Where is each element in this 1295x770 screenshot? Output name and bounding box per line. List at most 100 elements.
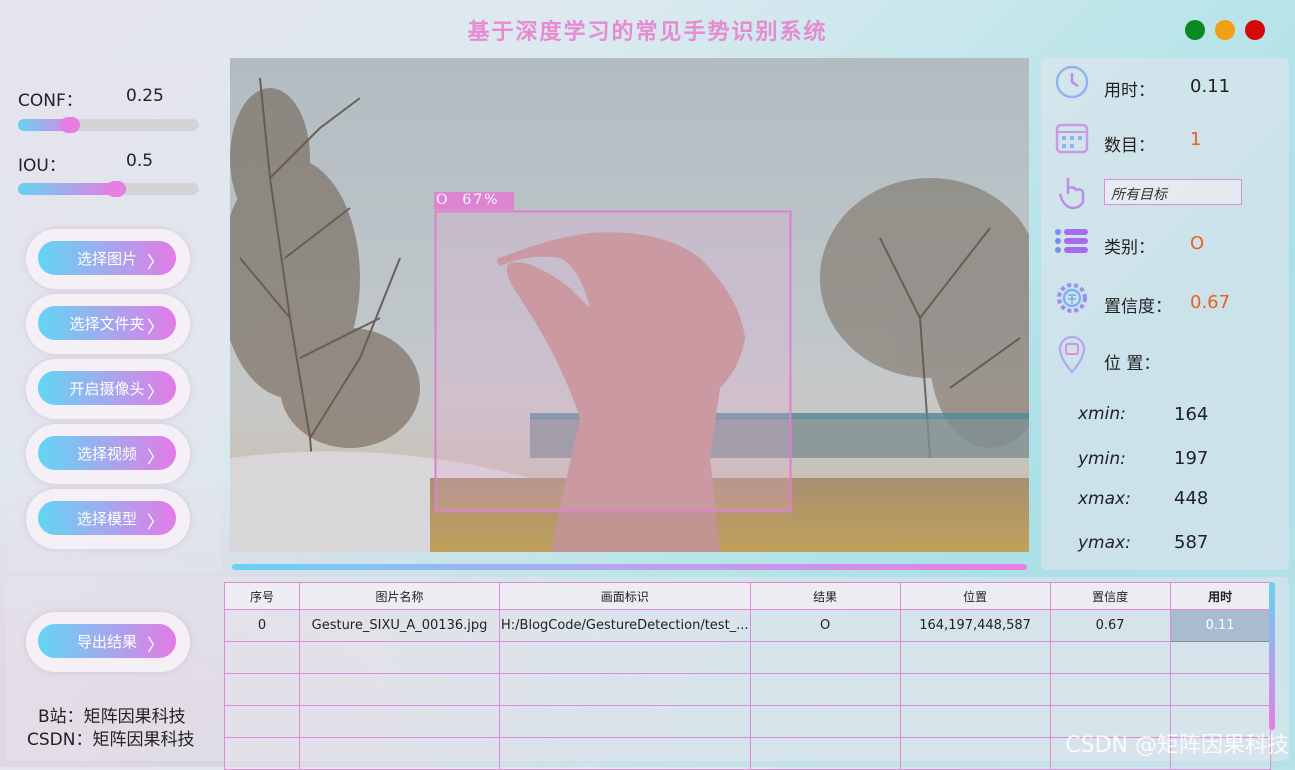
select-folder-button-frame: 选择文件夹〉 <box>26 294 190 354</box>
table-cell[interactable] <box>499 705 751 738</box>
open-camera-button[interactable]: 开启摄像头〉 <box>36 369 178 407</box>
table-cell-selected[interactable]: 0.11 <box>1169 609 1271 642</box>
select-model-label: 选择模型 <box>76 509 137 528</box>
calendar-icon <box>1055 123 1089 154</box>
iou-label: IOU： <box>18 156 66 176</box>
csdn-credit: CSDN：矩阵因果科技 <box>27 730 195 750</box>
conf-slider[interactable] <box>18 117 199 133</box>
table-row[interactable]: 0 Gesture_SIXU_A_00136.jpg H:/BlogCode/G… <box>224 609 1271 642</box>
select-folder-button[interactable]: 选择文件夹〉 <box>36 304 178 342</box>
table-cell[interactable] <box>499 641 751 674</box>
close-button[interactable] <box>1245 20 1265 40</box>
export-label: 导出结果 <box>76 632 137 651</box>
select-image-button[interactable]: 选择图片〉 <box>36 239 178 277</box>
iou-slider[interactable] <box>18 181 199 197</box>
chevron-right-icon: 〉 <box>147 636 164 656</box>
table-cell[interactable]: 0.67 <box>1049 609 1171 642</box>
column-header-image-name[interactable]: 图片名称 <box>299 582 500 610</box>
table-cell[interactable] <box>224 705 300 738</box>
watermark: CSDN @矩阵因果科技 <box>1065 733 1289 758</box>
gear-icon <box>1057 283 1087 313</box>
column-header-position[interactable]: 位置 <box>899 582 1051 610</box>
select-video-button[interactable]: 选择视频〉 <box>36 434 178 472</box>
open-camera-label: 开启摄像头 <box>69 379 145 398</box>
scene-image <box>230 58 1029 552</box>
table-cell[interactable] <box>299 737 500 770</box>
column-header-index[interactable]: 序号 <box>224 582 300 610</box>
table-cell[interactable]: O <box>749 609 901 642</box>
conf-slider-handle[interactable] <box>60 117 80 133</box>
export-button-frame: 导出结果〉 <box>26 612 190 672</box>
table-cell[interactable] <box>1049 641 1171 674</box>
table-cell[interactable] <box>899 641 1051 674</box>
iou-slider-handle[interactable] <box>106 181 126 197</box>
table-cell[interactable] <box>749 737 901 770</box>
select-video-label: 选择视频 <box>76 444 137 463</box>
count-value: 1 <box>1190 129 1202 150</box>
table-cell[interactable] <box>224 673 300 706</box>
bilibili-credit: B站：矩阵因果科技 <box>38 707 186 727</box>
table-cell[interactable] <box>749 641 901 674</box>
table-cell[interactable] <box>749 673 901 706</box>
table-header-row: 序号 图片名称 画面标识 结果 位置 置信度 用时 <box>224 582 1271 610</box>
table-cell[interactable] <box>749 705 901 738</box>
table-cell[interactable]: 164,197,448,587 <box>899 609 1051 642</box>
table-cell[interactable] <box>1049 673 1171 706</box>
table-cell[interactable]: H:/BlogCode/GestureDetection/test_... <box>499 609 751 642</box>
xmin-value: 164 <box>1174 404 1209 425</box>
target-select[interactable]: 所有目标 <box>1104 179 1242 205</box>
class-label: 类别： <box>1104 238 1155 258</box>
select-model-button[interactable]: 选择模型〉 <box>36 499 178 537</box>
chevron-right-icon: 〉 <box>147 513 164 533</box>
image-display: O 67% <box>230 58 1029 552</box>
clock-icon <box>1055 65 1089 99</box>
export-button[interactable]: 导出结果〉 <box>36 622 178 660</box>
table-cell[interactable] <box>224 641 300 674</box>
table-cell[interactable] <box>899 673 1051 706</box>
table-cell[interactable]: 0 <box>224 609 300 642</box>
position-label: 位 置： <box>1104 354 1161 374</box>
table-cell[interactable] <box>499 673 751 706</box>
xmax-value: 448 <box>1174 488 1209 509</box>
location-pin-icon <box>1058 335 1086 374</box>
column-header-result[interactable]: 结果 <box>749 582 901 610</box>
confidence-value: 0.67 <box>1190 292 1231 313</box>
table-row[interactable] <box>224 673 1271 706</box>
column-header-source[interactable]: 画面标识 <box>499 582 751 610</box>
video-progress-bar[interactable] <box>232 564 1027 570</box>
column-header-time[interactable]: 用时 <box>1169 582 1271 610</box>
minimize-button[interactable] <box>1185 20 1205 40</box>
ymax-label: ymax: <box>1078 533 1131 553</box>
window-title: 基于深度学习的常见手势识别系统 <box>467 19 828 45</box>
chevron-right-icon: 〉 <box>147 448 164 468</box>
table-cell[interactable] <box>899 737 1051 770</box>
table-cell[interactable] <box>299 673 500 706</box>
chevron-right-icon: 〉 <box>147 253 164 273</box>
table-cell[interactable] <box>899 705 1051 738</box>
table-cell[interactable] <box>299 641 500 674</box>
table-cell[interactable] <box>499 737 751 770</box>
detection-label: O 67% <box>436 192 500 208</box>
maximize-button[interactable] <box>1215 20 1235 40</box>
chevron-right-icon: 〉 <box>147 318 164 338</box>
conf-label: CONF： <box>18 91 83 111</box>
conf-value: 0.25 <box>126 86 164 106</box>
select-image-button-frame: 选择图片〉 <box>26 229 190 289</box>
class-value: O <box>1190 233 1205 254</box>
column-header-confidence[interactable]: 置信度 <box>1049 582 1171 610</box>
table-cell[interactable] <box>1169 673 1271 706</box>
select-folder-label: 选择文件夹 <box>69 314 145 333</box>
iou-value: 0.5 <box>126 151 154 171</box>
ymax-value: 587 <box>1174 532 1209 553</box>
pointer-hand-icon <box>1058 178 1085 210</box>
target-select-value: 所有目标 <box>1111 187 1167 203</box>
table-scrollbar[interactable] <box>1269 582 1275 730</box>
table-cell[interactable] <box>224 737 300 770</box>
table-cell[interactable] <box>299 705 500 738</box>
xmax-label: xmax: <box>1078 489 1131 509</box>
table-cell[interactable]: Gesture_SIXU_A_00136.jpg <box>299 609 500 642</box>
iou-slider-fill <box>18 183 118 195</box>
table-row[interactable] <box>224 641 1271 674</box>
select-image-label: 选择图片 <box>76 249 137 268</box>
table-cell[interactable] <box>1169 641 1271 674</box>
